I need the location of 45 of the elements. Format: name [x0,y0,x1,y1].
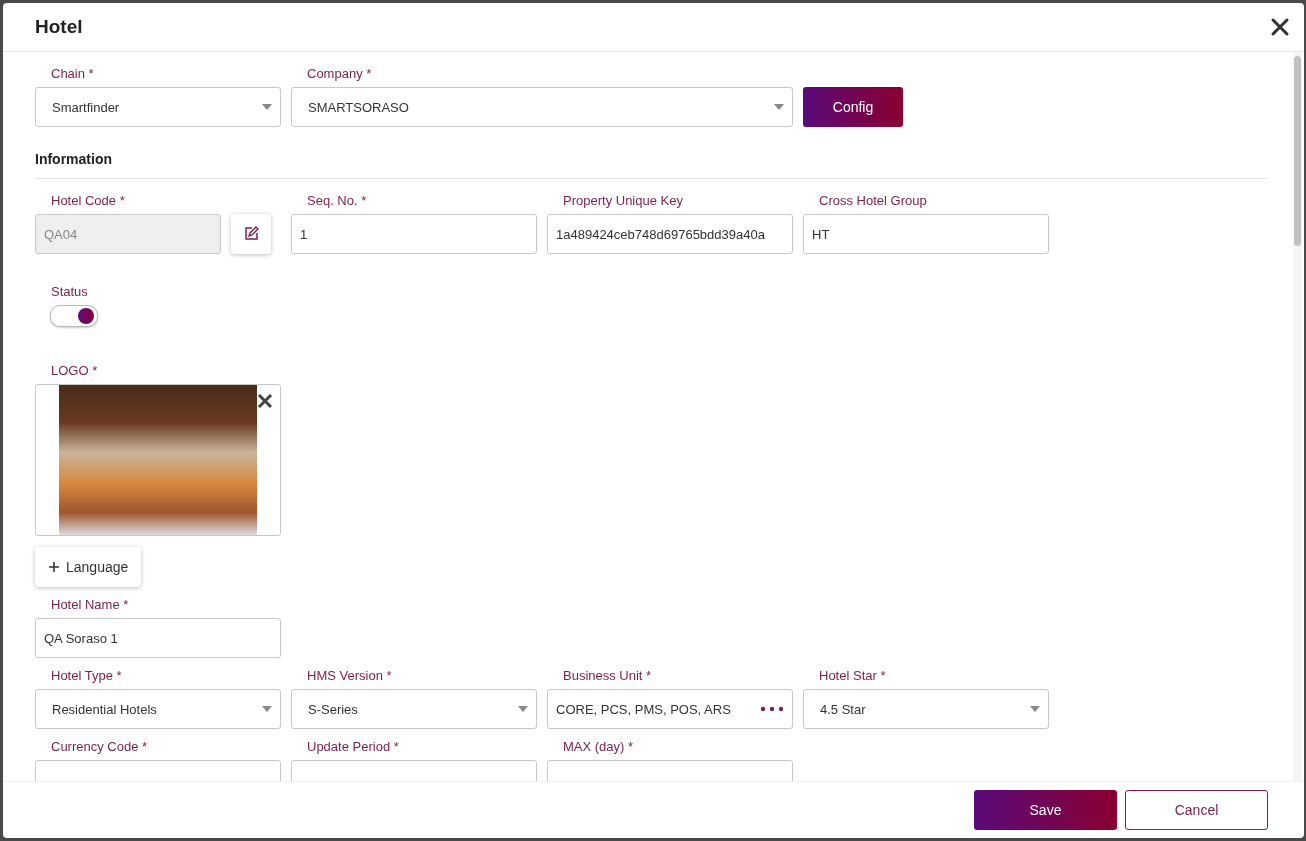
input-field[interactable]: 1 [291,214,537,254]
field-label: Cross Hotel Group [818,193,928,208]
cancel-button[interactable]: Cancel [1125,790,1268,830]
field-label: Property Unique Key [562,193,684,208]
caret-icon [774,104,784,110]
edit-button[interactable] [231,214,271,254]
field-label: Company * [306,66,373,81]
caret-icon [1030,706,1040,712]
field-label: Update Period * [306,739,400,754]
close-icon[interactable] [257,393,273,409]
select-field[interactable]: Residential Hotels [35,689,281,729]
field-label: Currency Code * [50,739,149,754]
field-label: Hotel Name * [50,597,130,612]
input-field[interactable]: 1a489424ceb748d69765bdd39a40a [547,214,793,254]
field-label: Hotel Star * [818,668,887,683]
config-button[interactable]: Config [803,87,903,127]
input-field[interactable]: HT [803,214,1049,254]
plus-icon [48,561,60,573]
field-label: HMS Version * [306,668,393,683]
field-label: Status [50,284,89,299]
caret-icon [518,706,528,712]
select-field[interactable]: S-Series [291,689,537,729]
close-icon[interactable] [1270,17,1290,37]
scrollbar[interactable] [1293,52,1302,781]
company-select[interactable]: SMARTSORASO [291,87,793,127]
field-label: Business Unit * [562,668,653,683]
more-icon[interactable] [760,706,784,712]
field-label: Hotel Code * [50,193,126,208]
field-label: Chain * [50,66,95,81]
select-field[interactable]: 4.5 Star [803,689,1049,729]
dialog-title: Hotel [35,16,83,38]
save-button[interactable]: Save [974,790,1117,830]
multi-select-field[interactable]: CORE, PCS, PMS, POS, ARS [547,689,793,729]
caret-icon [262,104,272,110]
field-label: Hotel Type * [50,668,123,683]
section-heading: Information [35,151,1268,179]
hotel-name-field[interactable]: QA Soraso 1 [35,618,281,658]
field-label: Seq. No. * [306,193,368,208]
field-label: LOGO * [50,363,99,378]
field-label: MAX (day) * [562,739,635,754]
edit-icon [243,226,259,242]
caret-icon [262,706,272,712]
chain-select[interactable]: Smartfinder [35,87,281,127]
add-language-button[interactable]: Language [35,547,141,587]
status-toggle[interactable] [50,305,98,327]
